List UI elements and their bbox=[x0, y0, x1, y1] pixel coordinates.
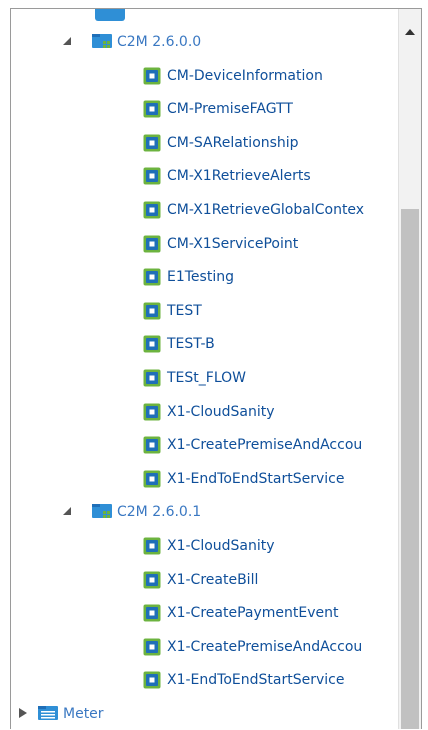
version-folder-icon bbox=[92, 504, 112, 519]
tree-item-label: TEST bbox=[167, 302, 202, 319]
flow-icon bbox=[143, 302, 161, 320]
flow-icon bbox=[143, 100, 161, 118]
flow-icon bbox=[143, 67, 161, 85]
vertical-scrollbar[interactable] bbox=[398, 9, 421, 729]
scroll-up-arrow-icon[interactable] bbox=[405, 29, 415, 35]
flow-icon bbox=[143, 571, 161, 588]
collapse-toggle-icon[interactable] bbox=[19, 707, 27, 718]
tree-item[interactable]: X1-CreatePaymentEvent bbox=[11, 596, 397, 630]
tree-group-label: Meter bbox=[63, 705, 104, 722]
tree-item-label: X1-EndToEndStartService bbox=[167, 470, 345, 487]
tree-item-label: X1-CreateBill bbox=[167, 571, 259, 588]
tree-group-c2m-2600[interactable]: C2M 2.6.0.0 bbox=[11, 25, 397, 59]
flow-tree: C2M 2.6.0.0 CM-DeviceInformation CM-Premi… bbox=[11, 25, 397, 729]
tree-item-label: CM-X1RetrieveAlerts bbox=[167, 168, 311, 185]
tree-item-label: X1-CreatePremiseAndAccou bbox=[167, 437, 363, 454]
tree-item[interactable]: X1-EndToEndStartService bbox=[11, 663, 397, 697]
tree-item-label: X1-CloudSanity bbox=[167, 537, 275, 554]
folder-icon bbox=[38, 705, 58, 720]
flow-icon bbox=[143, 671, 161, 689]
tree-item[interactable]: TEST bbox=[11, 294, 397, 328]
flow-icon bbox=[143, 268, 161, 286]
flow-icon bbox=[143, 369, 161, 387]
expand-toggle-icon[interactable] bbox=[63, 37, 71, 45]
flow-icon bbox=[143, 167, 161, 185]
tree-group-meter[interactable]: Meter bbox=[11, 697, 397, 729]
tree-item[interactable]: X1-CloudSanity bbox=[11, 529, 397, 563]
tree-item-label: E1Testing bbox=[167, 269, 234, 286]
tree-item[interactable]: TESt_FLOW bbox=[11, 361, 397, 395]
tree-item[interactable]: CM-X1RetrieveGlobalContex bbox=[11, 193, 397, 227]
tree-item[interactable]: CM-X1RetrieveAlerts bbox=[11, 159, 397, 193]
tree-item[interactable]: CM-DeviceInformation bbox=[11, 59, 397, 93]
tree-item[interactable]: CM-PremiseFAGTT bbox=[11, 92, 397, 126]
flow-icon bbox=[143, 403, 161, 421]
tree-item[interactable]: X1-CreateBill bbox=[11, 563, 397, 597]
scrollbar-thumb[interactable] bbox=[401, 209, 419, 729]
tree-item[interactable]: CM-SARelationship bbox=[11, 126, 397, 160]
selected-tab-indicator bbox=[95, 9, 125, 21]
flow-icon bbox=[143, 470, 161, 488]
tree-item-label: CM-PremiseFAGTT bbox=[167, 101, 293, 118]
tree-item-label: X1-CreatePremiseAndAccou bbox=[167, 638, 363, 655]
flow-icon bbox=[143, 335, 161, 353]
tree-item-label: X1-EndToEndStartService bbox=[167, 672, 345, 689]
tree-item-label: CM-X1RetrieveGlobalContex bbox=[167, 201, 365, 218]
tree-item[interactable]: X1-CloudSanity bbox=[11, 395, 397, 429]
tree-item-label: TESt_FLOW bbox=[167, 369, 246, 386]
tree-group-label: C2M 2.6.0.1 bbox=[117, 504, 202, 521]
tree-item[interactable]: E1Testing bbox=[11, 260, 397, 294]
flow-icon bbox=[143, 235, 161, 253]
expand-toggle-icon[interactable] bbox=[63, 507, 71, 516]
flow-icon bbox=[143, 638, 161, 656]
tree-item-label: CM-X1ServicePoint bbox=[167, 235, 299, 252]
tree-item[interactable]: X1-EndToEndStartService bbox=[11, 462, 397, 496]
tree-item-label: CM-DeviceInformation bbox=[167, 67, 323, 84]
tree-item[interactable]: TEST-B bbox=[11, 327, 397, 361]
tree-item-label: CM-SARelationship bbox=[167, 134, 299, 151]
tree-item-label: TEST-B bbox=[167, 336, 215, 353]
tree-group-c2m-2601[interactable]: C2M 2.6.0.1 bbox=[11, 495, 397, 529]
tree-panel: C2M 2.6.0.0 CM-DeviceInformation CM-Premi… bbox=[10, 8, 422, 729]
flow-icon bbox=[143, 134, 161, 152]
flow-icon bbox=[143, 201, 161, 219]
tree-item[interactable]: X1-CreatePremiseAndAccou bbox=[11, 428, 397, 462]
tree-item-label: X1-CloudSanity bbox=[167, 403, 275, 420]
flow-icon bbox=[143, 604, 161, 622]
flow-icon bbox=[143, 436, 161, 454]
tree-item[interactable]: CM-X1ServicePoint bbox=[11, 227, 397, 261]
tree-item-label: X1-CreatePaymentEvent bbox=[167, 605, 339, 622]
version-folder-icon bbox=[92, 34, 112, 48]
tree-item[interactable]: X1-CreatePremiseAndAccou bbox=[11, 630, 397, 664]
tree-group-label: C2M 2.6.0.0 bbox=[117, 34, 202, 50]
flow-icon bbox=[143, 537, 161, 555]
